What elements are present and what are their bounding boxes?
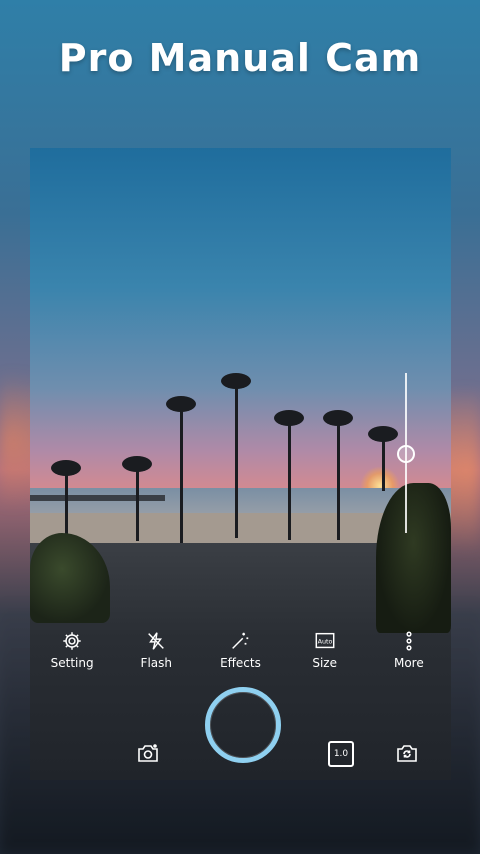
effects-button[interactable]: Effects [200,630,280,670]
palm-tree [221,373,251,538]
size-badge-text: Auto [317,637,332,645]
palm-tree [122,456,152,541]
palm-tree [274,410,304,540]
camera-toolbar: Setting Flash Effects Auto Size More [30,630,451,670]
palm-tree [51,460,81,535]
size-label: Size [312,656,337,670]
flash-label: Flash [140,656,172,670]
size-button[interactable]: Auto Size [285,630,365,670]
pier [30,495,165,501]
palm-tree [166,396,196,546]
gear-icon [63,632,81,650]
more-vertical-icon [406,631,412,651]
gallery-button[interactable] [135,740,161,766]
bush [376,483,451,633]
ratio-button[interactable]: 1.0 [328,741,354,767]
auto-size-icon: Auto [315,632,335,649]
flash-button[interactable]: Flash [116,630,196,670]
switch-camera-icon [397,745,417,762]
setting-button[interactable]: Setting [32,630,112,670]
camera-preview[interactable] [30,148,451,780]
shutter-button[interactable] [205,687,281,763]
palm-tree [368,426,398,491]
setting-label: Setting [50,656,94,670]
exposure-slider-handle[interactable] [397,445,415,463]
switch-camera-button[interactable] [394,740,420,766]
palm-tree [323,410,353,540]
ratio-label: 1.0 [333,749,349,759]
flash-off-icon [148,632,165,650]
more-label: More [393,656,424,670]
more-button[interactable]: More [369,630,449,670]
effects-label: Effects [220,656,261,670]
magic-wand-icon [232,632,249,649]
camera-icon [138,744,158,762]
app-title: Pro Manual Cam [58,36,422,80]
